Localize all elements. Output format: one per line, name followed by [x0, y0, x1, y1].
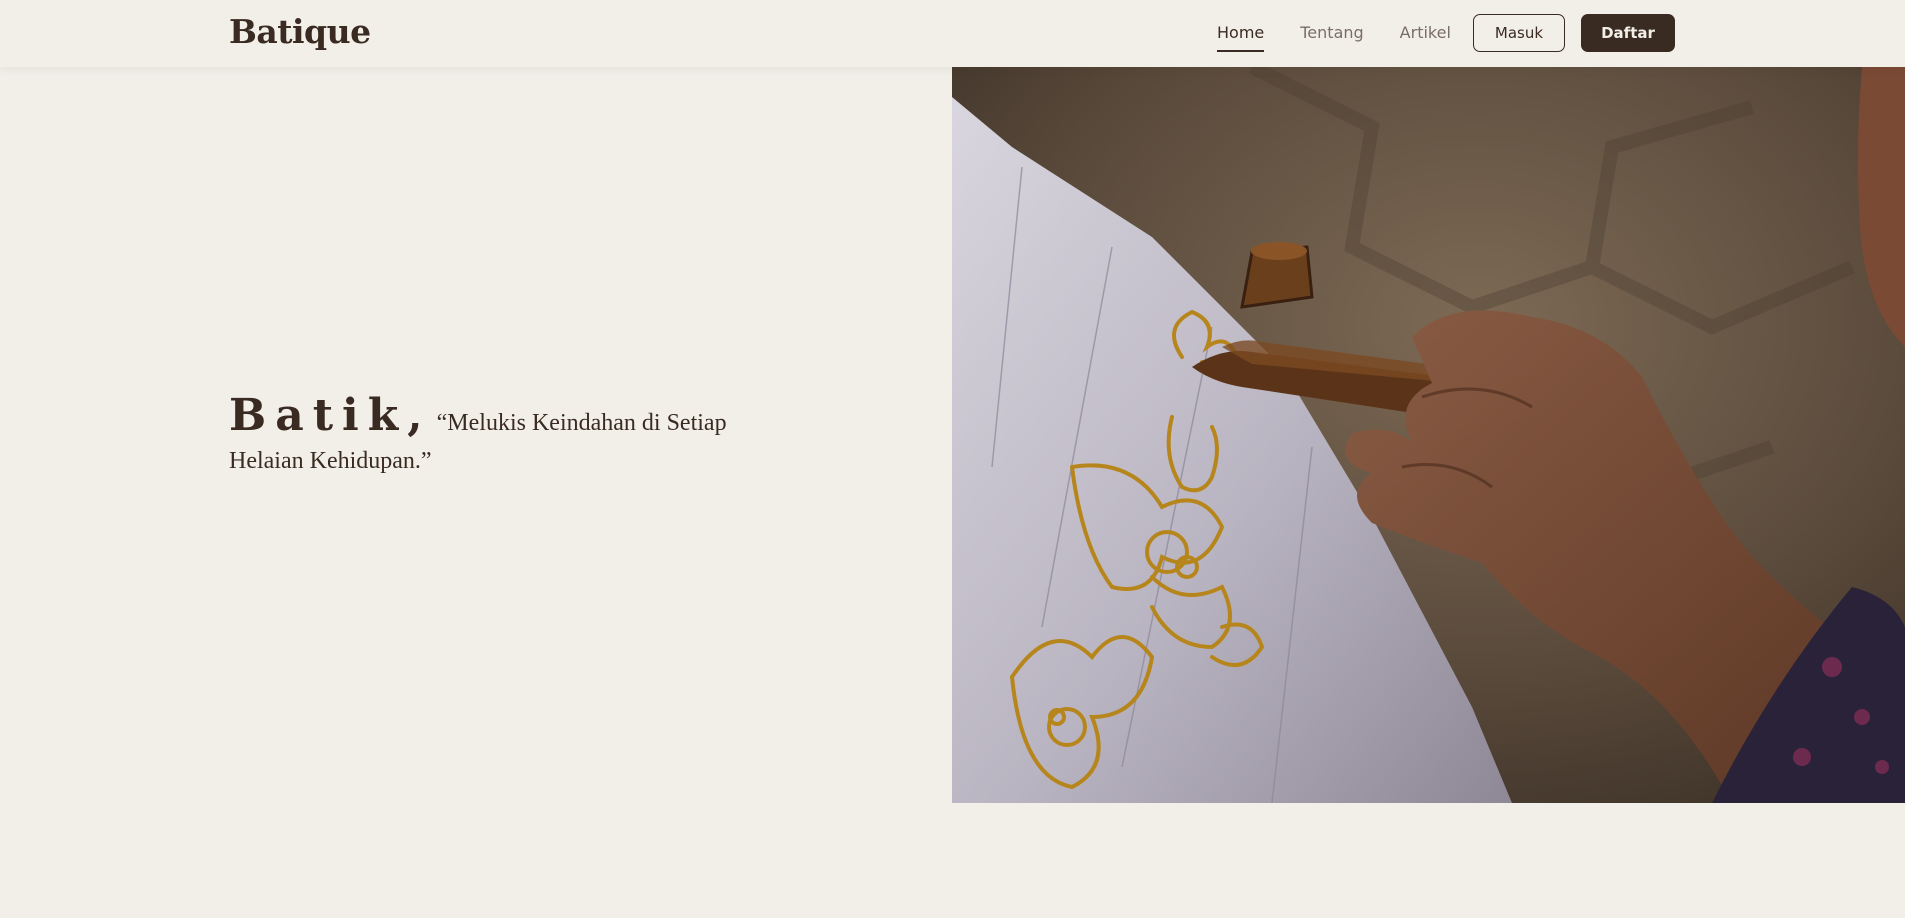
hero-word: Batik, [229, 390, 432, 441]
brand-logo[interactable]: Batique [229, 12, 371, 51]
batik-illustration [952, 67, 1905, 803]
nav-link-home[interactable]: Home [1217, 23, 1265, 52]
nav-links: Home Tentang Artikel [1217, 23, 1487, 52]
nav-link-tentang[interactable]: Tentang [1300, 23, 1363, 42]
hero-image-batik-canting [952, 67, 1905, 803]
register-button[interactable]: Daftar [1581, 14, 1675, 52]
hero-headline: Batik, “Melukis Keindahan di Setiap Hela… [229, 390, 749, 480]
nav-link-artikel[interactable]: Artikel [1400, 23, 1451, 42]
navbar: Batique Home Tentang Artikel Masuk Dafta… [0, 0, 1905, 67]
login-button[interactable]: Masuk [1473, 14, 1565, 52]
